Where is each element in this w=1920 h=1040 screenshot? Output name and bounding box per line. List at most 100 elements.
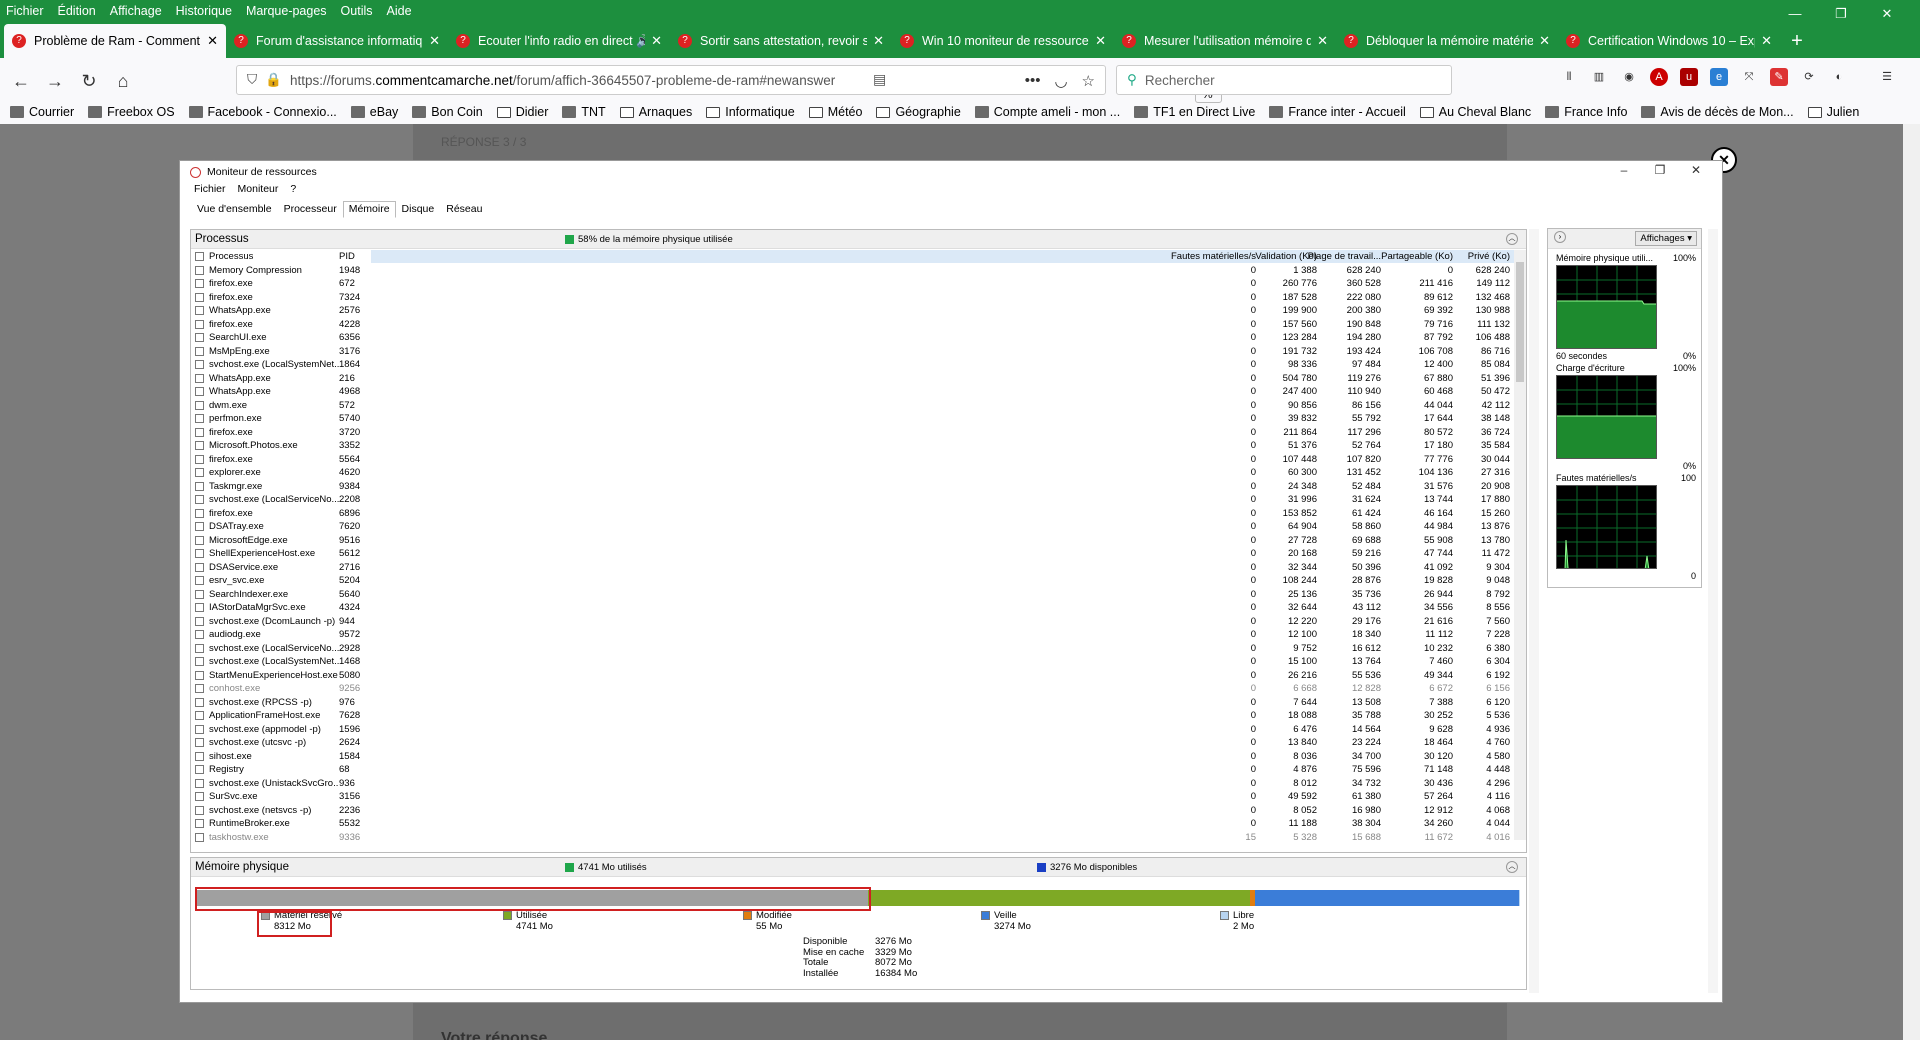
pocket-icon[interactable]: ◡ bbox=[1054, 72, 1067, 90]
bookmark-item[interactable]: TNT bbox=[562, 105, 606, 119]
row-checkbox[interactable] bbox=[195, 778, 204, 788]
graphs-scrollbar[interactable] bbox=[1708, 229, 1718, 993]
row-checkbox[interactable] bbox=[195, 805, 204, 815]
row-checkbox[interactable] bbox=[195, 657, 204, 666]
bookmark-item[interactable]: France Info bbox=[1545, 105, 1627, 119]
extension-icon[interactable]: e bbox=[1710, 68, 1728, 86]
table-row[interactable]: ShellExperienceHost.exe 5612 0 20 168 59 216… bbox=[191, 547, 1526, 561]
table-row[interactable]: SurSvc.exe 3156 0 49 592 61 380 57 264 4 116 bbox=[191, 790, 1526, 804]
menu-item[interactable]: Édition bbox=[58, 4, 96, 18]
menu-item[interactable]: Affichage bbox=[110, 4, 162, 18]
panel-scrollbar[interactable] bbox=[1529, 229, 1539, 993]
maximize-icon[interactable]: ❐ bbox=[1642, 163, 1678, 177]
bookmark-item[interactable]: Bon Coin bbox=[412, 105, 483, 119]
browser-tab[interactable]: ? Débloquer la mémoire matériel ✕ bbox=[1336, 24, 1558, 58]
row-checkbox[interactable] bbox=[195, 373, 204, 383]
collapse-icon[interactable]: ︿ bbox=[1506, 233, 1518, 245]
bookmark-item[interactable]: Julien bbox=[1807, 105, 1859, 119]
browser-tab[interactable]: ? Ecouter l'info radio en direct 🔊 ✕ bbox=[448, 24, 670, 58]
forward-icon[interactable]: → bbox=[38, 71, 72, 92]
table-row[interactable]: svchost.exe (LocalSystemNet... 1864 0 98 33… bbox=[191, 358, 1526, 372]
table-row[interactable]: perfmon.exe 5740 0 39 832 55 792 17 644 38 148 bbox=[191, 412, 1526, 426]
table-row[interactable]: esrv_svc.exe 5204 0 108 244 28 876 19 828 9 04… bbox=[191, 574, 1526, 588]
table-row[interactable]: RuntimeBroker.exe 5532 0 11 188 38 304 34 260… bbox=[191, 817, 1526, 831]
row-checkbox[interactable] bbox=[195, 441, 204, 450]
resmon-menu-item[interactable]: Moniteur bbox=[238, 183, 279, 199]
row-checkbox[interactable] bbox=[195, 576, 204, 585]
row-checkbox[interactable] bbox=[195, 306, 204, 315]
row-checkbox[interactable] bbox=[195, 630, 204, 639]
column-header-shared[interactable]: Partageable (Ko) bbox=[1381, 250, 1453, 264]
column-header-pid[interactable]: PID bbox=[339, 250, 379, 264]
table-row[interactable]: firefox.exe 7324 0 187 528 222 080 89 612 132 … bbox=[191, 291, 1526, 305]
row-checkbox[interactable] bbox=[195, 360, 204, 369]
resmon-tab[interactable]: Processeur bbox=[278, 201, 343, 218]
row-checkbox[interactable] bbox=[195, 724, 204, 734]
resmon-tab[interactable]: Réseau bbox=[440, 201, 488, 218]
url-bar[interactable]: ⛉ 🔒 https://forums. commentcamarche.net/f… bbox=[236, 65, 1223, 103]
row-checkbox[interactable] bbox=[195, 414, 204, 423]
close-icon[interactable]: ✕ bbox=[873, 33, 884, 49]
row-checkbox[interactable] bbox=[195, 468, 204, 477]
collapse-icon[interactable]: ︿ bbox=[1506, 861, 1518, 873]
row-checkbox[interactable] bbox=[195, 738, 204, 747]
bookmark-item[interactable]: Géographie bbox=[876, 105, 961, 119]
table-row[interactable]: WhatsApp.exe 2576 0 199 900 200 380 69 392 130… bbox=[191, 304, 1526, 318]
bookmark-item[interactable]: TF1 en Direct Live bbox=[1134, 105, 1255, 119]
table-row[interactable]: svchost.exe (LocalSystemNet... 1468 0 15 10… bbox=[191, 655, 1526, 669]
row-checkbox[interactable] bbox=[195, 697, 204, 707]
table-row[interactable]: firefox.exe 6896 0 153 852 61 424 46 164 15 26… bbox=[191, 507, 1526, 521]
resmon-menu-item[interactable]: ? bbox=[290, 183, 296, 199]
table-row[interactable]: svchost.exe (UnistackSvcGro... 936 0 8 012 3… bbox=[191, 777, 1526, 791]
view-dropdown[interactable]: Affichages ▾ bbox=[1635, 231, 1697, 246]
table-row[interactable]: DSAService.exe 2716 0 32 344 50 396 41 092 9 3… bbox=[191, 561, 1526, 575]
row-checkbox[interactable] bbox=[195, 616, 204, 626]
column-header-process[interactable]: Processus bbox=[209, 250, 339, 264]
sidebar-icon[interactable]: ▥ bbox=[1590, 68, 1608, 86]
table-row[interactable]: conhost.exe 9256 0 6 668 12 828 6 672 6 156 bbox=[191, 682, 1526, 696]
table-row[interactable]: Taskmgr.exe 9384 0 24 348 52 484 31 576 20 908 bbox=[191, 480, 1526, 494]
row-checkbox[interactable] bbox=[195, 535, 204, 545]
page-scrollbar[interactable] bbox=[1903, 124, 1920, 1040]
column-header-ws[interactable]: Plage de travail... bbox=[1308, 250, 1381, 264]
row-checkbox[interactable] bbox=[195, 751, 204, 761]
table-row[interactable]: WhatsApp.exe 216 0 504 780 119 276 67 880 51 3… bbox=[191, 372, 1526, 386]
menu-item[interactable]: Fichier bbox=[6, 4, 44, 18]
table-row[interactable]: Registry 68 0 4 876 75 596 71 148 4 448 bbox=[191, 763, 1526, 777]
row-checkbox[interactable] bbox=[195, 711, 204, 720]
table-row[interactable]: SearchUI.exe 6356 0 123 284 194 280 87 792 106… bbox=[191, 331, 1526, 345]
process-scrollbar[interactable] bbox=[1514, 250, 1526, 840]
close-icon[interactable]: ✕ bbox=[651, 33, 662, 49]
pdf-icon[interactable]: ✎ bbox=[1770, 68, 1788, 86]
menu-item[interactable]: Aide bbox=[387, 4, 412, 18]
select-all-checkbox[interactable] bbox=[195, 252, 204, 261]
row-checkbox[interactable] bbox=[195, 427, 204, 437]
bookmark-item[interactable]: eBay bbox=[350, 105, 398, 119]
home-icon[interactable]: ⌂ bbox=[106, 71, 140, 92]
browser-tab[interactable]: ? Win 10 moniteur de ressources ✕ bbox=[892, 24, 1114, 58]
sync-icon[interactable]: ⟳ bbox=[1800, 68, 1818, 86]
resmon-tab[interactable]: Vue d'ensemble bbox=[191, 201, 278, 218]
column-header-faults[interactable]: Fautes matérielles/s bbox=[1171, 250, 1256, 264]
search-box[interactable]: ⚲ Rechercher bbox=[1116, 65, 1452, 95]
row-checkbox[interactable] bbox=[195, 670, 204, 680]
row-checkbox[interactable] bbox=[195, 643, 204, 653]
account-icon[interactable]: ◉ bbox=[1620, 68, 1638, 86]
resmon-menu-item[interactable]: Fichier bbox=[194, 183, 226, 199]
bookmark-item[interactable]: Au Cheval Blanc bbox=[1419, 105, 1531, 119]
table-row[interactable]: ApplicationFrameHost.exe 7628 0 18 088 35 78… bbox=[191, 709, 1526, 723]
adblock-icon[interactable]: A bbox=[1650, 68, 1668, 86]
process-panel-header[interactable]: Processus 58% de la mémoire physique uti… bbox=[191, 230, 1526, 249]
memory-panel-header[interactable]: Mémoire physique 4741 Mo utilisés 3276 M… bbox=[191, 858, 1526, 877]
minimize-icon[interactable]: – bbox=[1606, 163, 1642, 177]
row-checkbox[interactable] bbox=[195, 508, 204, 518]
bookmark-item[interactable]: Courrier bbox=[10, 105, 74, 119]
table-row[interactable]: svchost.exe (netsvcs -p) 2236 0 8 052 16 980… bbox=[191, 804, 1526, 818]
new-tab-icon[interactable]: + bbox=[1780, 24, 1814, 58]
row-checkbox[interactable] bbox=[195, 279, 204, 288]
browser-tab[interactable]: ? Certification Windows 10 – Explore ✕ bbox=[1558, 24, 1780, 58]
row-checkbox[interactable] bbox=[195, 333, 204, 342]
browser-tab[interactable]: ? Forum d'assistance informatiq ✕ bbox=[226, 24, 448, 58]
reader-view-icon[interactable]: ▤ bbox=[873, 71, 886, 88]
table-row[interactable]: DSATray.exe 7620 0 64 904 58 860 44 984 13 876 bbox=[191, 520, 1526, 534]
